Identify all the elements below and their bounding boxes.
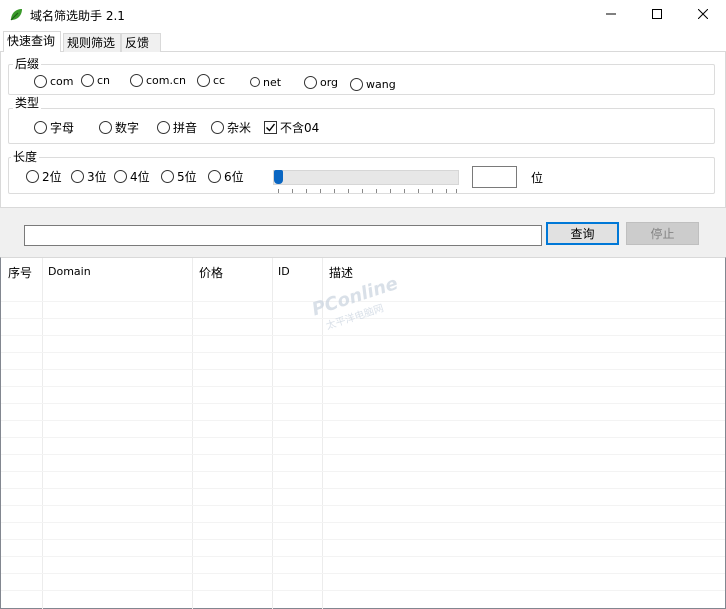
stop-button[interactable]: 停止 <box>626 222 699 245</box>
radio-circle <box>34 120 47 134</box>
length-unit-label: 位 <box>531 171 544 185</box>
maximize-icon <box>652 8 662 22</box>
radio-label: 数字 <box>115 120 140 135</box>
checkbox-exclude-04[interactable]: 不含04 <box>264 120 320 135</box>
radio-type-numbers[interactable]: 数字 <box>99 120 140 135</box>
radio-circle <box>157 120 170 134</box>
minimize-icon <box>606 8 616 22</box>
radio-circle <box>26 169 39 183</box>
radio-label: 6位 <box>224 169 244 184</box>
radio-suffix-cn[interactable]: cn <box>81 73 110 87</box>
slider-ticks <box>278 189 458 193</box>
radio-length-5[interactable]: 5位 <box>161 169 197 184</box>
radio-label: com.cn <box>146 73 187 87</box>
options-panel: 后缀 com cn com.cn cc net org wang 类型 字母 数… <box>0 52 726 207</box>
maximize-button[interactable] <box>634 0 680 30</box>
radio-length-4[interactable]: 4位 <box>114 169 150 184</box>
column-header-domain[interactable]: Domain <box>48 265 91 278</box>
radio-circle <box>130 73 143 87</box>
minimize-button[interactable] <box>588 0 634 30</box>
checkbox-label: 不含04 <box>280 120 320 135</box>
tab-feedback[interactable]: 反馈 <box>121 33 161 52</box>
radio-label: 字母 <box>50 120 75 135</box>
radio-circle <box>350 77 363 91</box>
radio-circle <box>161 169 174 183</box>
radio-length-2[interactable]: 2位 <box>26 169 62 184</box>
radio-circle <box>34 74 47 88</box>
radio-label: 杂米 <box>227 120 252 135</box>
column-header-index[interactable]: 序号 <box>8 264 32 281</box>
checkbox-box <box>264 120 277 134</box>
radio-suffix-cc[interactable]: cc <box>197 73 225 87</box>
radio-label: wang <box>366 77 396 91</box>
radio-length-3[interactable]: 3位 <box>71 169 107 184</box>
radio-label: 拼音 <box>173 120 198 135</box>
radio-type-mixed[interactable]: 杂米 <box>211 120 252 135</box>
check-icon <box>266 123 276 132</box>
radio-label: org <box>320 75 339 89</box>
tab-strip: 快速查询 规则筛选 反馈 <box>0 30 726 53</box>
radio-label: net <box>263 75 282 89</box>
column-header-price[interactable]: 价格 <box>199 264 223 281</box>
radio-label: cn <box>97 73 111 87</box>
title-bar: 域名筛选助手 2.1 <box>0 0 726 30</box>
radio-suffix-com-cn[interactable]: com.cn <box>130 73 186 87</box>
app-leaf-icon <box>8 7 24 23</box>
column-header-description[interactable]: 描述 <box>329 264 353 281</box>
column-header-id[interactable]: ID <box>278 265 290 278</box>
radio-label: 4位 <box>130 169 150 184</box>
length-input[interactable] <box>472 166 517 188</box>
query-bar: 查询 停止 <box>0 207 726 257</box>
suffix-group-label: 后缀 <box>13 57 42 71</box>
radio-circle <box>304 75 317 89</box>
radio-circle <box>208 169 221 183</box>
radio-label: cc <box>213 73 226 87</box>
radio-suffix-net[interactable]: net <box>250 75 281 89</box>
radio-circle <box>211 120 224 134</box>
radio-label: 5位 <box>177 169 197 184</box>
radio-circle <box>250 77 260 87</box>
radio-suffix-wang[interactable]: wang <box>350 77 396 91</box>
radio-length-6[interactable]: 6位 <box>208 169 244 184</box>
length-slider-thumb[interactable] <box>274 170 283 184</box>
radio-circle <box>81 73 94 87</box>
length-group-label: 长度 <box>11 150 40 164</box>
type-group-label: 类型 <box>13 96 42 110</box>
table-header: 序号 Domain 价格 ID 描述 <box>1 258 725 284</box>
close-icon <box>697 8 709 22</box>
tab-rule-filter[interactable]: 规则筛选 <box>63 33 121 52</box>
radio-type-pinyin[interactable]: 拼音 <box>157 120 198 135</box>
close-button[interactable] <box>680 0 726 30</box>
query-button[interactable]: 查询 <box>546 222 619 245</box>
radio-label: com <box>50 74 74 88</box>
tab-quick-query[interactable]: 快速查询 <box>3 31 61 53</box>
radio-circle <box>99 120 112 134</box>
radio-label: 3位 <box>87 169 107 184</box>
radio-suffix-org[interactable]: org <box>304 75 338 89</box>
radio-circle <box>114 169 127 183</box>
domain-query-input[interactable] <box>24 225 542 246</box>
radio-type-letters[interactable]: 字母 <box>34 120 75 135</box>
radio-circle <box>71 169 84 183</box>
radio-label: 2位 <box>42 169 62 184</box>
window-title: 域名筛选助手 2.1 <box>30 9 125 23</box>
radio-suffix-com[interactable]: com <box>34 74 74 88</box>
length-slider-track[interactable] <box>273 170 459 185</box>
radio-circle <box>197 73 210 87</box>
